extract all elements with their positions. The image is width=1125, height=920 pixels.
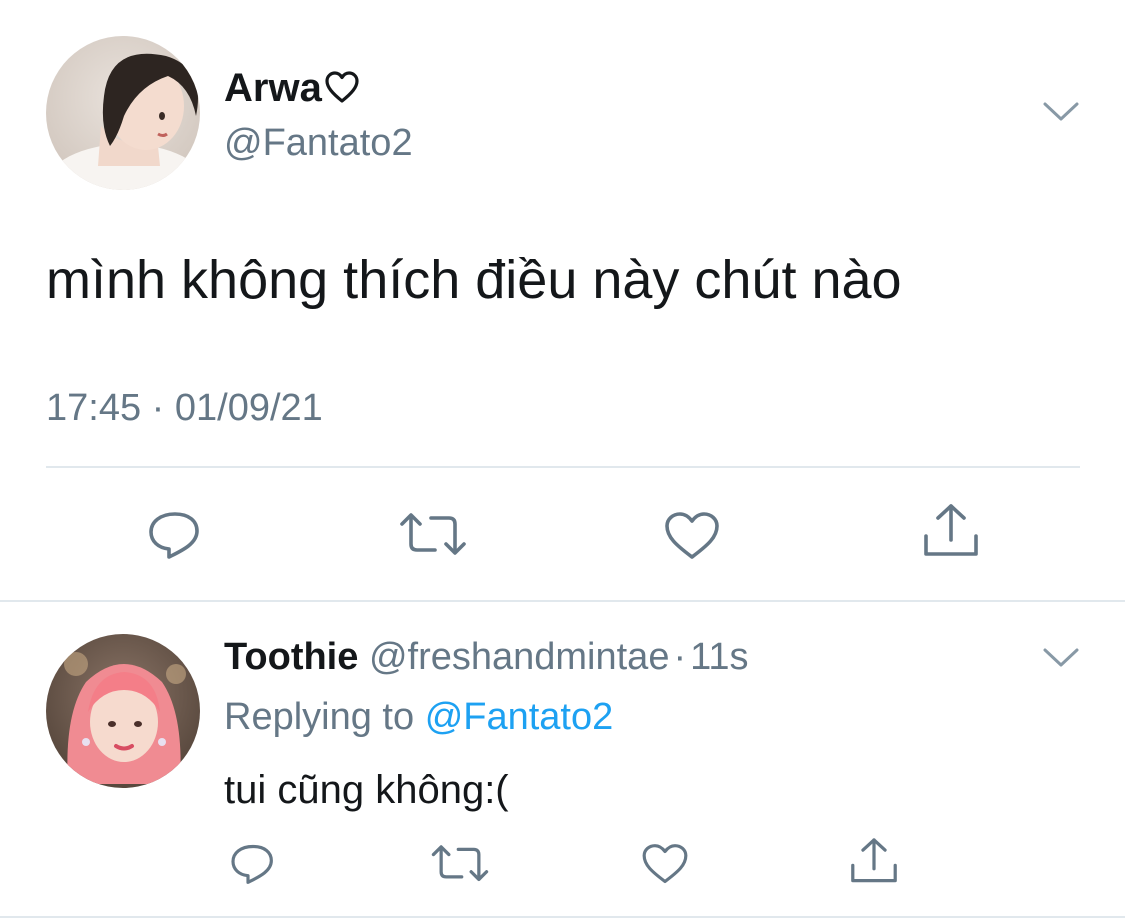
chevron-down-icon[interactable]: [1042, 100, 1080, 124]
avatar[interactable]: [46, 36, 200, 190]
bottom-divider: [0, 916, 1125, 918]
reply-chevron-down-icon[interactable]: [1042, 646, 1080, 670]
timestamp[interactable]: 17:45 · 01/09/21: [46, 385, 323, 431]
reply-like-icon[interactable]: [640, 842, 690, 886]
reply-separator: ·: [673, 636, 687, 678]
tweet-text: mình không thích điều này chút nào: [46, 250, 902, 310]
reply-display-name[interactable]: Toothie: [224, 636, 358, 678]
section-divider: [0, 600, 1125, 602]
reply-share-icon[interactable]: [846, 836, 902, 888]
display-name-text: Arwa: [224, 66, 322, 110]
reply-header: Toothie @freshandmintae · 11s: [224, 634, 749, 680]
handle[interactable]: @Fantato2: [224, 120, 413, 166]
reply-avatar[interactable]: [46, 634, 200, 788]
replying-to-line: Replying to @Fantato2: [224, 694, 613, 740]
reply-text: tui cũng không:(: [224, 768, 509, 812]
display-name[interactable]: Arwa: [224, 64, 360, 115]
like-icon[interactable]: [662, 510, 722, 562]
replying-prefix: Replying to: [224, 696, 415, 738]
share-icon[interactable]: [918, 502, 984, 562]
reply-handle[interactable]: @freshandmintae: [369, 636, 670, 678]
reply-retweet-icon[interactable]: [430, 842, 490, 886]
retweet-icon[interactable]: [398, 510, 468, 560]
reply-icon[interactable]: [145, 510, 205, 560]
white-heart-icon: [324, 67, 360, 115]
divider: [46, 466, 1080, 468]
reply-time[interactable]: 11s: [690, 636, 748, 678]
reply-reply-icon[interactable]: [228, 842, 278, 886]
replying-to-link[interactable]: @Fantato2: [425, 696, 614, 738]
